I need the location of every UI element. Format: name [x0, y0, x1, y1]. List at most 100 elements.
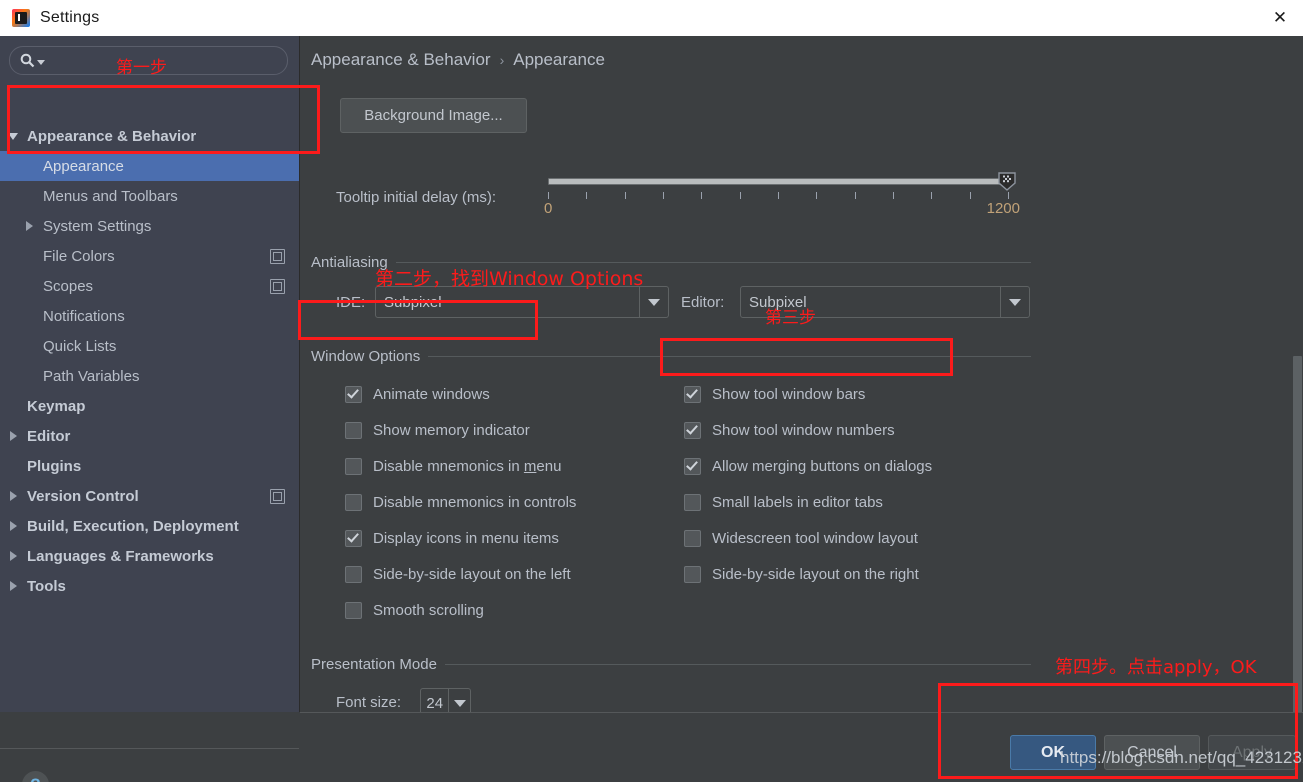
settings-tree: Appearance & Behavior Appearance Menus and…	[0, 121, 299, 601]
slider-tick	[586, 192, 587, 199]
sidebar-item-system-settings[interactable]: System Settings	[0, 211, 299, 241]
help-button[interactable]: ?	[22, 771, 49, 782]
checkbox-unchecked-icon[interactable]	[345, 494, 362, 511]
expand-toggle[interactable]	[21, 221, 37, 231]
checkbox-checked-icon[interactable]	[684, 422, 701, 439]
scrollbar-thumb[interactable]	[1293, 356, 1302, 712]
watermark: https://blog.csdn.net/qq_42312329	[1060, 748, 1303, 767]
intellij-idea-logo-icon	[12, 9, 30, 27]
checkbox-unchecked-icon[interactable]	[345, 458, 362, 475]
copy-icon[interactable]	[270, 489, 285, 504]
sidebar-item-path-variables[interactable]: Path Variables	[0, 361, 299, 391]
checkbox-side-by-side-layout-on-the-right[interactable]: Side-by-side layout on the right	[684, 566, 919, 583]
ide-antialiasing-select[interactable]: Subpixel	[375, 286, 669, 318]
checkbox-smooth-scrolling[interactable]: Smooth scrolling	[345, 602, 484, 619]
settings-content: Appearance & Behavior › Appearance Backg…	[300, 36, 1303, 712]
sidebar-item-appearance-behavior[interactable]: Appearance & Behavior	[0, 121, 299, 151]
chevron-down-icon[interactable]	[639, 287, 668, 317]
checkbox-allow-merging-buttons-on-dialogs[interactable]: Allow merging buttons on dialogs	[684, 458, 932, 475]
slider-tick	[625, 192, 626, 199]
sidebar-item-label: Build, Execution, Deployment	[27, 517, 239, 535]
sidebar-item-version-control[interactable]: Version Control	[0, 481, 299, 511]
tooltip-delay-slider[interactable]: 0 1200	[544, 142, 1020, 217]
sidebar-item-tools[interactable]: Tools	[0, 571, 299, 601]
close-icon[interactable]: ✕	[1257, 0, 1303, 35]
checkbox-checked-icon[interactable]	[684, 386, 701, 403]
presentation-mode-group-header: Presentation Mode	[311, 656, 1031, 673]
antialiasing-title: Antialiasing	[311, 253, 388, 271]
expand-toggle[interactable]	[5, 521, 21, 531]
sidebar-item-plugins[interactable]: Plugins	[0, 451, 299, 481]
checkbox-show-tool-window-bars[interactable]: Show tool window bars	[684, 386, 865, 403]
checkbox-small-labels-in-editor-tabs[interactable]: Small labels in editor tabs	[684, 494, 883, 511]
slider-tick	[855, 192, 856, 199]
chevron-right-icon[interactable]	[9, 431, 17, 441]
expand-toggle[interactable]	[5, 431, 21, 441]
copy-icon[interactable]	[270, 249, 285, 264]
chevron-down-icon[interactable]	[8, 132, 18, 140]
sidebar-item-label: Editor	[27, 427, 71, 445]
chevron-right-icon[interactable]	[9, 521, 17, 531]
expand-toggle[interactable]	[5, 551, 21, 561]
sidebar-item-notifications[interactable]: Notifications	[0, 301, 299, 331]
checkbox-unchecked-icon[interactable]	[345, 602, 362, 619]
divider	[444, 663, 1031, 665]
chevron-right-icon[interactable]	[9, 581, 17, 591]
breadcrumb-parent[interactable]: Appearance & Behavior	[311, 50, 491, 70]
slider-max-label: 1200	[986, 200, 1020, 217]
expand-toggle[interactable]	[5, 132, 21, 140]
checkbox-unchecked-icon[interactable]	[684, 566, 701, 583]
sidebar-item-languages-frameworks[interactable]: Languages & Frameworks	[0, 541, 299, 571]
sidebar-item-editor[interactable]: Editor	[0, 421, 299, 451]
divider	[428, 355, 1031, 357]
sidebar-item-label: Scopes	[43, 277, 94, 295]
checkbox-label: Show memory indicator	[373, 422, 530, 439]
slider-thumb[interactable]	[998, 172, 1016, 191]
checkbox-animate-windows[interactable]: Animate windows	[345, 386, 490, 403]
expand-toggle[interactable]	[5, 491, 21, 501]
checkbox-show-tool-window-numbers[interactable]: Show tool window numbers	[684, 422, 895, 439]
checkbox-label: Animate windows	[373, 386, 490, 403]
chevron-right-icon[interactable]	[9, 491, 17, 501]
font-size-stepper[interactable]: 24	[420, 688, 471, 712]
slider-tick	[970, 192, 971, 199]
checkbox-checked-icon[interactable]	[684, 458, 701, 475]
checkbox-unchecked-icon[interactable]	[684, 530, 701, 547]
checkbox-display-icons-in-menu-items[interactable]: Display icons in menu items	[345, 530, 559, 547]
font-size-value: 24	[426, 695, 444, 712]
chevron-down-icon[interactable]	[448, 689, 470, 712]
checkbox-unchecked-icon[interactable]	[684, 494, 701, 511]
search-input[interactable]	[9, 46, 288, 75]
checkbox-disable-mnemonics-in-controls[interactable]: Disable mnemonics in controls	[345, 494, 576, 511]
checkbox-unchecked-icon[interactable]	[345, 422, 362, 439]
content-scrollbar[interactable]	[1292, 316, 1303, 712]
checkbox-side-by-side-layout-on-the-left[interactable]: Side-by-side layout on the left	[345, 566, 571, 583]
sidebar-item-label: System Settings	[43, 217, 152, 235]
checkbox-checked-icon[interactable]	[345, 530, 362, 547]
sidebar-item-scopes[interactable]: Scopes	[0, 271, 299, 301]
sidebar-item-appearance[interactable]: Appearance	[0, 151, 299, 181]
editor-antialiasing-select[interactable]: Subpixel	[740, 286, 1030, 318]
checkbox-label: Smooth scrolling	[373, 602, 484, 619]
sidebar-item-file-colors[interactable]: File Colors	[0, 241, 299, 271]
checkbox-checked-icon[interactable]	[345, 386, 362, 403]
background-image-button[interactable]: Background Image...	[340, 98, 527, 133]
sidebar-item-keymap[interactable]: Keymap	[0, 391, 299, 421]
checkbox-label: Disable mnemonics in controls	[373, 494, 577, 511]
chevron-down-icon[interactable]	[37, 59, 45, 65]
checkbox-widescreen-tool-window-layout[interactable]: Widescreen tool window layout	[684, 530, 918, 547]
sidebar-item-menus-and-toolbars[interactable]: Menus and Toolbars	[0, 181, 299, 211]
chevron-right-icon[interactable]	[25, 221, 33, 231]
chevron-down-icon[interactable]	[1000, 287, 1029, 317]
expand-toggle[interactable]	[5, 581, 21, 591]
chevron-right-icon[interactable]	[9, 551, 17, 561]
sidebar-item-label: Languages & Frameworks	[27, 547, 214, 565]
slider-track[interactable]	[548, 178, 1012, 185]
slider-tick	[893, 192, 894, 199]
copy-icon[interactable]	[270, 279, 285, 294]
checkbox-unchecked-icon[interactable]	[345, 566, 362, 583]
checkbox-disable-mnemonics-in-menu[interactable]: Disable mnemonics in menu	[345, 458, 561, 475]
sidebar-item-build-execution-deployment[interactable]: Build, Execution, Deployment	[0, 511, 299, 541]
sidebar-item-quick-lists[interactable]: Quick Lists	[0, 331, 299, 361]
checkbox-show-memory-indicator[interactable]: Show memory indicator	[345, 422, 530, 439]
